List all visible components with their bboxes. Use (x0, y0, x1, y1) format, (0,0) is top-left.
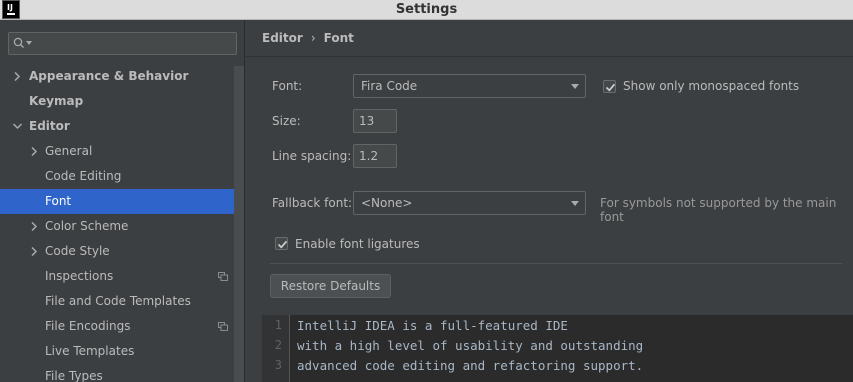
tree-item-file-encodings[interactable]: File Encodings (0, 314, 244, 339)
preview-line: with a high level of usability and outst… (297, 338, 644, 353)
search-box[interactable] (8, 32, 237, 55)
ligatures-label[interactable]: Enable font ligatures (295, 237, 420, 251)
preview-line: advanced code editing and refactoring su… (297, 358, 644, 373)
line-number-gutter: 1 2 3 (262, 315, 290, 382)
font-label: Font: (272, 79, 303, 93)
size-input[interactable]: 13 (353, 109, 397, 133)
font-preview-editor[interactable]: 1 2 3 IntelliJ IDEA is a full-featured I… (262, 315, 853, 382)
copy-icon (218, 322, 228, 331)
tree-item-color-scheme[interactable]: Color Scheme (0, 214, 244, 239)
title-bar: IJ Settings (0, 0, 853, 20)
tree-item-label: File and Code Templates (45, 294, 191, 308)
fallback-font-label: Fallback font: (272, 196, 353, 210)
breadcrumb: Editor › Font (262, 31, 354, 45)
tree-item-keymap[interactable]: Keymap (0, 89, 244, 114)
search-icon[interactable] (13, 37, 25, 49)
fallback-font-dropdown[interactable]: <None> (353, 191, 586, 215)
font-dropdown-value: Fira Code (361, 79, 418, 93)
tree-item-label: Inspections (45, 269, 114, 283)
tree-item-inspections[interactable]: Inspections (0, 264, 244, 289)
tree-item-label: Code Style (45, 244, 110, 258)
tree-item-code-editing[interactable]: Code Editing (0, 164, 244, 189)
line-number: 1 (274, 318, 282, 332)
line-number: 2 (274, 338, 282, 352)
tree-item-label: Appearance & Behavior (29, 69, 189, 83)
checkmark-icon (605, 83, 616, 92)
fallback-font-hint: For symbols not supported by the main fo… (600, 196, 837, 224)
font-dropdown[interactable]: Fira Code (353, 74, 586, 98)
size-label: Size: (272, 114, 301, 128)
tree-item-live-templates[interactable]: Live Templates (0, 339, 244, 364)
copy-icon (218, 272, 228, 281)
tree-item-editor[interactable]: Editor (0, 114, 244, 139)
tree-item-label: File Encodings (45, 319, 131, 333)
line-spacing-input[interactable]: 1.2 (353, 144, 397, 168)
tree-item-label: File Types (45, 369, 103, 382)
section-divider (270, 263, 842, 264)
divider (246, 56, 853, 57)
tree-item-file-types[interactable]: File Types (0, 364, 244, 382)
restore-defaults-button[interactable]: Restore Defaults (270, 274, 391, 298)
tree-item-appearance-behavior[interactable]: Appearance & Behavior (0, 64, 244, 89)
window-title: Settings (395, 2, 458, 17)
tree-item-label: Color Scheme (45, 219, 129, 233)
breadcrumb-separator: › (310, 31, 316, 45)
search-options-icon[interactable] (26, 41, 32, 46)
search-input[interactable] (37, 35, 232, 52)
checkmark-icon (277, 240, 288, 249)
tree-item-general[interactable]: General (0, 139, 244, 164)
tree-item-label: Editor (29, 119, 70, 133)
tree-item-font[interactable]: Font (0, 189, 244, 214)
settings-sidebar: Appearance & Behavior Keymap Editor Gene… (0, 20, 245, 382)
tree-item-file-code-templates[interactable]: File and Code Templates (0, 289, 244, 314)
line-spacing-label: Line spacing: (272, 149, 352, 163)
tree-item-label: Code Editing (45, 169, 122, 183)
monospaced-checkbox[interactable] (603, 80, 616, 93)
sidebar-scrollbar[interactable] (234, 66, 244, 382)
tree-item-label: Live Templates (45, 344, 135, 358)
tree-item-label: Keymap (29, 94, 84, 108)
breadcrumb-parent[interactable]: Editor (262, 31, 303, 45)
tree-item-code-style[interactable]: Code Style (0, 239, 244, 264)
ligatures-checkbox[interactable] (275, 237, 288, 250)
preview-line: IntelliJ IDEA is a full-featured IDE (297, 318, 568, 333)
tree-item-label: Font (45, 194, 72, 208)
fallback-font-value: <None> (361, 196, 413, 210)
tree-item-label: General (45, 144, 93, 158)
dropdown-arrow-icon (571, 201, 579, 206)
breadcrumb-current: Font (323, 31, 354, 45)
monospaced-label[interactable]: Show only monospaced fonts (623, 79, 799, 93)
dropdown-arrow-icon (571, 84, 579, 89)
font-settings-panel: Editor › Font Font: Fira Code Show only mo… (246, 20, 853, 382)
line-number: 3 (274, 358, 282, 372)
